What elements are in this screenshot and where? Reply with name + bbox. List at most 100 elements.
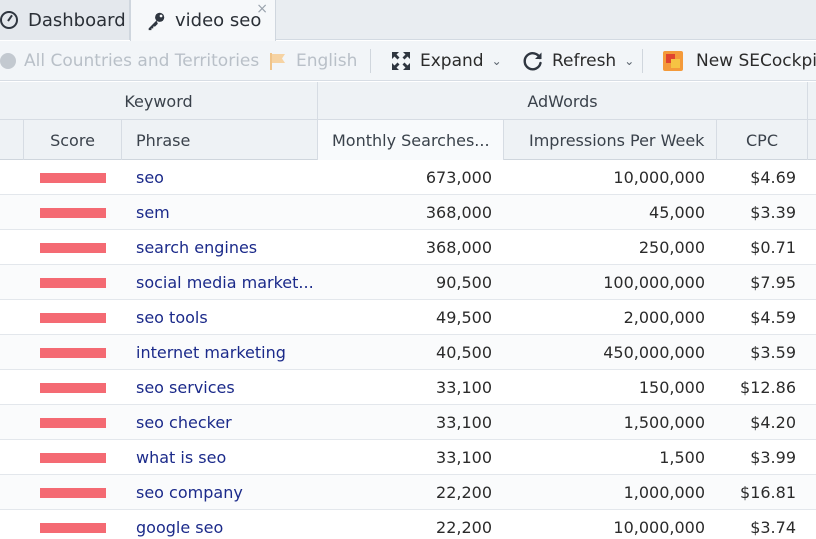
table-row[interactable]: social media market... 90,500 100,000,00… bbox=[0, 265, 816, 300]
score-bar bbox=[40, 487, 106, 498]
table-row[interactable]: seo tools 49,500 2,000,000 $4.59 bbox=[0, 300, 816, 335]
column-header-cpc[interactable]: CPC bbox=[717, 120, 808, 160]
tab-dashboard-label: Dashboard bbox=[28, 9, 126, 31]
table-row[interactable]: seo checker 33,100 1,500,000 $4.20 bbox=[0, 405, 816, 440]
expand-button[interactable]: Expand ⌄ bbox=[390, 41, 502, 81]
table-row[interactable]: seo 673,000 10,000,000 $4.69 bbox=[0, 160, 816, 195]
cpc-cell: $3.74 bbox=[750, 518, 796, 537]
phrase-link[interactable]: seo bbox=[122, 160, 318, 195]
dashboard-icon bbox=[0, 11, 18, 29]
expand-label: Expand bbox=[420, 51, 484, 71]
column-header-monthly-searches[interactable]: Monthly Searches... bbox=[318, 120, 504, 160]
table-row[interactable]: what is seo 33,100 1,500 $3.99 bbox=[0, 440, 816, 475]
column-group-header: Keyword AdWords bbox=[0, 82, 816, 120]
new-secockpit-button[interactable]: New SECockpit S bbox=[662, 41, 816, 81]
phrase-link[interactable]: google seo bbox=[122, 510, 318, 539]
monthly-searches-cell: 673,000 bbox=[425, 168, 492, 187]
table-row[interactable]: google seo 22,200 10,000,000 $3.74 bbox=[0, 510, 816, 539]
table-row[interactable]: internet marketing 40,500 450,000,000 $3… bbox=[0, 335, 816, 370]
score-cell bbox=[24, 440, 122, 475]
monthly-searches-cell: 49,500 bbox=[436, 308, 492, 327]
countries-label: All Countries and Territories bbox=[24, 51, 260, 71]
table-row[interactable]: search engines 368,000 250,000 $0.71 bbox=[0, 230, 816, 265]
group-header-adwords: AdWords bbox=[318, 82, 808, 120]
tab-video-seo[interactable]: video seo × bbox=[130, 0, 276, 41]
score-cell bbox=[24, 335, 122, 370]
monthly-searches-cell: 40,500 bbox=[436, 343, 492, 362]
score-cell bbox=[24, 195, 122, 230]
table-row[interactable]: seo company 22,200 1,000,000 $16.81 bbox=[0, 475, 816, 510]
expand-icon bbox=[392, 52, 410, 70]
new-secockpit-label: New SECockpit S bbox=[696, 51, 816, 71]
refresh-label: Refresh bbox=[552, 51, 617, 71]
score-cell bbox=[24, 405, 122, 440]
monthly-searches-cell: 368,000 bbox=[425, 238, 492, 257]
column-header-row: Score Phrase Monthly Searches... Impress… bbox=[0, 120, 816, 160]
cpc-cell: $3.39 bbox=[750, 203, 796, 222]
table-row[interactable]: sem 368,000 45,000 $3.39 bbox=[0, 195, 816, 230]
impressions-cell: 10,000,000 bbox=[613, 518, 705, 537]
column-header-score[interactable]: Score bbox=[24, 120, 122, 160]
monthly-searches-cell: 90,500 bbox=[436, 273, 492, 292]
close-tab-icon[interactable]: × bbox=[256, 2, 268, 16]
cpc-cell: $4.69 bbox=[750, 168, 796, 187]
phrase-link[interactable]: seo tools bbox=[122, 300, 318, 335]
phrase-link[interactable]: what is seo bbox=[122, 440, 318, 475]
impressions-cell: 1,500,000 bbox=[623, 413, 705, 432]
cpc-cell: $3.59 bbox=[750, 343, 796, 362]
phrase-link[interactable]: seo checker bbox=[122, 405, 318, 440]
cpc-cell: $0.71 bbox=[750, 238, 796, 257]
language-selector[interactable]: English bbox=[268, 41, 357, 81]
phrase-link[interactable]: social media market... bbox=[122, 265, 318, 300]
impressions-cell: 450,000,000 bbox=[603, 343, 705, 362]
phrase-link[interactable]: sem bbox=[122, 195, 318, 230]
column-header-impressions[interactable]: Impressions Per Week bbox=[504, 120, 717, 160]
phrase-link[interactable]: seo company bbox=[122, 475, 318, 510]
impressions-cell: 1,500 bbox=[659, 448, 705, 467]
monthly-searches-cell: 22,200 bbox=[436, 518, 492, 537]
score-bar bbox=[40, 347, 106, 358]
globe-icon bbox=[0, 53, 16, 69]
phrase-link[interactable]: seo services bbox=[122, 370, 318, 405]
score-cell bbox=[24, 160, 122, 195]
secockpit-logo-icon bbox=[663, 51, 683, 71]
refresh-button[interactable]: Refresh ⌄ bbox=[522, 41, 634, 81]
score-bar bbox=[40, 312, 106, 323]
key-icon bbox=[148, 12, 165, 30]
impressions-cell: 10,000,000 bbox=[613, 168, 705, 187]
impressions-cell: 250,000 bbox=[638, 238, 705, 257]
score-cell bbox=[24, 265, 122, 300]
score-cell bbox=[24, 370, 122, 405]
tab-bar: Dashboard video seo × bbox=[0, 0, 816, 41]
refresh-icon bbox=[523, 52, 542, 71]
impressions-cell: 150,000 bbox=[638, 378, 705, 397]
score-bar bbox=[40, 417, 106, 428]
toolbar-divider bbox=[370, 49, 371, 73]
cpc-cell: $4.20 bbox=[750, 413, 796, 432]
cpc-cell: $4.59 bbox=[750, 308, 796, 327]
score-cell bbox=[24, 475, 122, 510]
impressions-cell: 100,000,000 bbox=[603, 273, 705, 292]
score-bar bbox=[40, 452, 106, 463]
score-bar bbox=[40, 382, 106, 393]
table-row[interactable]: seo services 33,100 150,000 $12.86 bbox=[0, 370, 816, 405]
score-bar bbox=[40, 522, 106, 533]
monthly-searches-cell: 22,200 bbox=[436, 483, 492, 502]
monthly-searches-cell: 33,100 bbox=[436, 378, 492, 397]
phrase-link[interactable]: search engines bbox=[122, 230, 318, 265]
toolbar-divider bbox=[642, 49, 643, 73]
impressions-cell: 1,000,000 bbox=[623, 483, 705, 502]
impressions-cell: 2,000,000 bbox=[623, 308, 705, 327]
cpc-cell: $16.81 bbox=[740, 483, 796, 502]
expand-chevron-down-icon: ⌄ bbox=[491, 54, 502, 68]
cpc-cell: $7.95 bbox=[750, 273, 796, 292]
refresh-chevron-down-icon: ⌄ bbox=[624, 54, 635, 68]
column-header-phrase[interactable]: Phrase bbox=[122, 120, 318, 160]
phrase-link[interactable]: internet marketing bbox=[122, 335, 318, 370]
score-cell bbox=[24, 300, 122, 335]
score-bar bbox=[40, 172, 106, 183]
tab-dashboard[interactable]: Dashboard bbox=[0, 0, 130, 40]
column-header-selector[interactable] bbox=[0, 120, 24, 160]
countries-selector[interactable]: All Countries and Territories bbox=[0, 41, 259, 81]
score-bar bbox=[40, 242, 106, 253]
